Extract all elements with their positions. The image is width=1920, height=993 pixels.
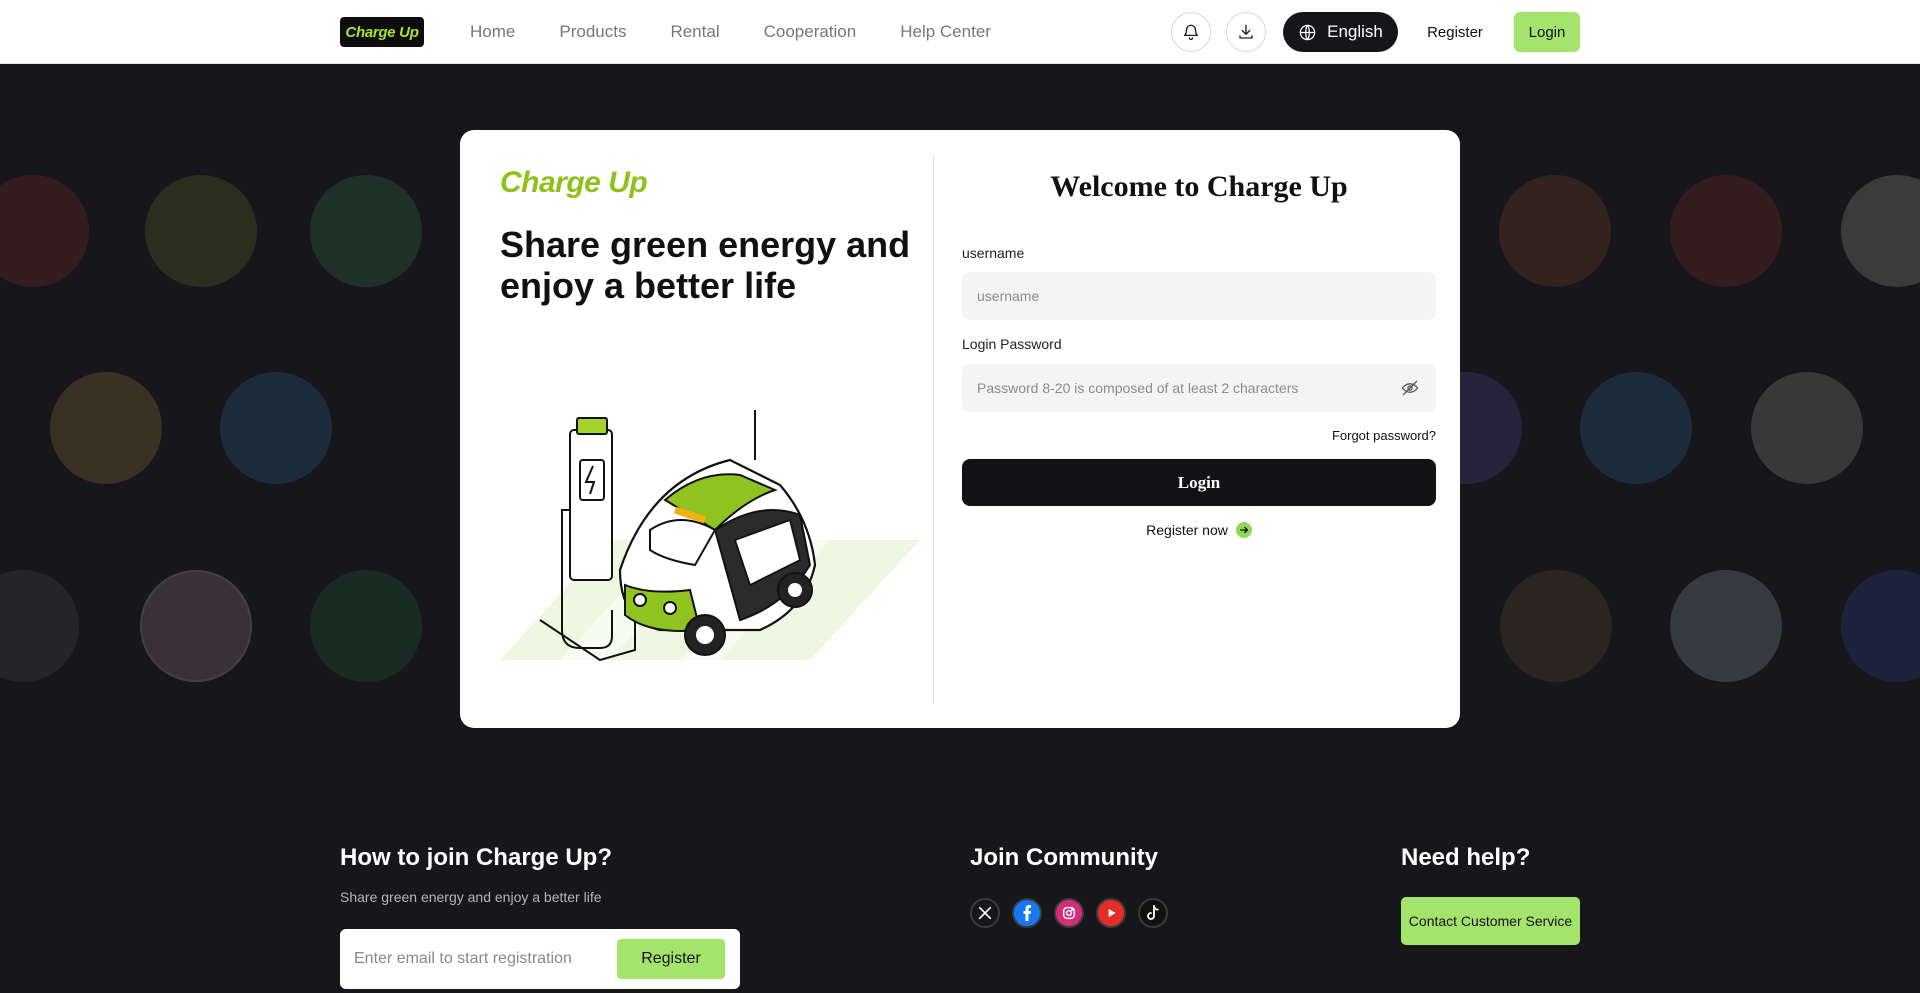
register-link[interactable]: Register [1420, 12, 1490, 52]
avatar [1499, 175, 1611, 287]
avatar [0, 570, 79, 682]
avatar [1751, 372, 1863, 484]
login-form: Welcome to Charge Up username Login Pass… [962, 130, 1436, 728]
nav-item-help-center[interactable]: Help Center [900, 22, 991, 42]
username-label: username [962, 245, 1025, 261]
tiktok-icon[interactable] [1138, 898, 1168, 928]
email-register-button[interactable]: Register [617, 939, 725, 979]
avatar [0, 175, 89, 287]
password-label: Login Password [962, 336, 1062, 352]
avatar [50, 372, 162, 484]
nav-item-rental[interactable]: Rental [670, 22, 719, 42]
tagline: Share green energy and enjoy a better li… [500, 224, 911, 306]
avatar [1841, 175, 1920, 287]
instagram-icon[interactable] [1054, 898, 1084, 928]
logo-text: Charge Up [345, 23, 419, 41]
nav-item-cooperation[interactable]: Cooperation [764, 22, 857, 42]
logo[interactable]: Charge Up [340, 17, 424, 47]
avatar [310, 175, 422, 287]
avatar [140, 570, 252, 682]
avatar [1580, 372, 1692, 484]
promo-panel: Charge Up Share green energy and enjoy a… [460, 130, 933, 728]
register-now-link[interactable]: Register now [962, 522, 1436, 538]
nav-item-products[interactable]: Products [559, 22, 626, 42]
globe-icon [1299, 24, 1316, 40]
join-subtitle: Share green energy and enjoy a better li… [340, 889, 602, 905]
help-title: Need help? [1401, 844, 1531, 871]
avatar [145, 175, 257, 287]
email-signup: Register [340, 929, 740, 989]
username-input[interactable] [962, 272, 1436, 320]
facebook-icon[interactable] [1012, 898, 1042, 928]
eye-off-icon[interactable] [1400, 378, 1420, 398]
bell-icon [1183, 24, 1199, 41]
top-navbar: Charge Up Home Products Rental Cooperati… [0, 0, 1920, 64]
arrow-right-icon [1235, 522, 1252, 538]
download-icon [1239, 24, 1253, 39]
password-input[interactable] [962, 364, 1436, 412]
welcome-title: Welcome to Charge Up [1050, 170, 1348, 203]
language-selector[interactable]: English [1283, 12, 1398, 52]
language-label: English [1327, 22, 1383, 41]
avatar [1841, 570, 1920, 682]
brand-logo: Charge Up [500, 166, 648, 199]
contact-customer-service-button[interactable]: Contact Customer Service [1401, 897, 1580, 945]
register-now-label: Register now [1146, 522, 1228, 538]
avatar [1670, 570, 1782, 682]
youtube-icon[interactable] [1096, 898, 1126, 928]
avatar [1670, 175, 1782, 287]
avatar [310, 570, 422, 682]
nav-item-home[interactable]: Home [470, 22, 515, 42]
login-button[interactable]: Login [962, 459, 1436, 506]
avatar [220, 372, 332, 484]
x-icon[interactable] [970, 898, 1000, 928]
login-card: Charge Up Share green energy and enjoy a… [460, 130, 1460, 728]
community-title: Join Community [970, 844, 1159, 871]
login-header-button[interactable]: Login [1514, 12, 1580, 52]
forgot-password-link[interactable]: Forgot password? [1332, 428, 1436, 443]
notifications-button[interactable] [1171, 12, 1211, 52]
join-title: How to join Charge Up? [340, 844, 612, 871]
email-input[interactable] [354, 939, 604, 979]
download-button[interactable] [1226, 12, 1266, 52]
main-nav: Home Products Rental Cooperation Help Ce… [470, 0, 991, 64]
avatar [1500, 570, 1612, 682]
card-divider [933, 154, 934, 704]
ev-charging-illustration [500, 410, 920, 662]
